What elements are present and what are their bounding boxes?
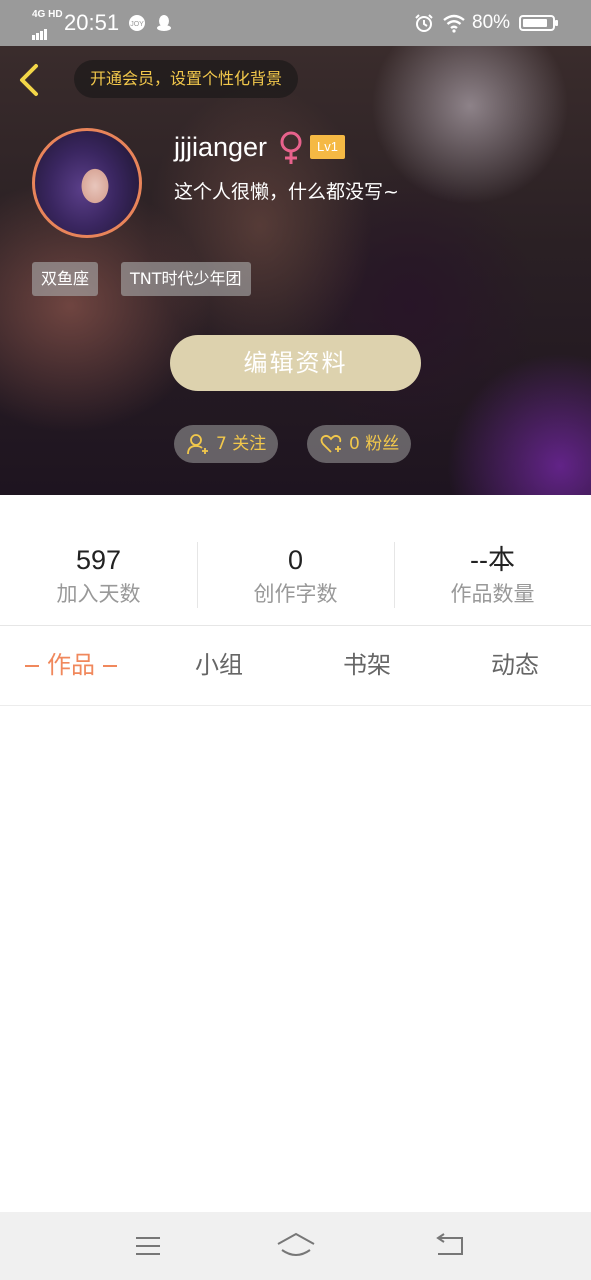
tab-activity[interactable]: 动态 [491,648,539,682]
stat-label: 作品数量 [450,582,535,606]
level-badge: Lv1 [310,135,345,159]
tab-indicator [103,665,117,667]
signal-icon [32,22,48,40]
system-nav-bar [0,1212,591,1280]
stat-value: 0 [287,545,304,575]
battery-icon [519,15,558,31]
home-icon[interactable] [276,1230,316,1262]
tab-bar: 作品 小组 书架 动态 [0,626,591,706]
female-icon [280,131,302,164]
tag-zodiac: 双鱼座 [32,262,99,296]
bio-text: 这个人很懒，什么都没写~ [174,181,399,203]
tab-label: 作品 [47,651,95,679]
notification-icon: JOY [129,15,145,31]
battery-percent: 80% [472,12,511,33]
tab-works[interactable]: 作品 [17,648,125,682]
stat-label: 创作字数 [253,582,338,606]
qq-icon [157,15,171,31]
back-arrow-icon[interactable] [12,60,48,100]
network-type: 4G HD [32,9,63,20]
profile-header: 开通会员，设置个性化背景 jjjianger Lv1 这个人很懒，什么都没写~ … [0,46,591,495]
alarm-icon [415,14,433,32]
stat-value: --本 [470,545,515,575]
clock-time: 20:51 [64,10,120,35]
edit-profile-button[interactable]: 编辑资料 [170,335,421,391]
back-icon[interactable] [430,1230,470,1262]
following-button[interactable]: 7 关注 [174,425,279,463]
tab-indicator [25,665,39,667]
stat-join-days: 597 加入天数 [0,543,197,609]
works-list [0,706,591,1212]
following-count: 7 关注 [216,434,267,454]
stat-works-count: --本 作品数量 [394,543,591,609]
status-bar: 4G HD 20:51 JOY 80% [0,0,591,46]
avatar[interactable] [32,128,142,238]
svg-text:JOY: JOY [130,21,144,28]
stat-word-count: 0 创作字数 [197,543,394,609]
tab-groups[interactable]: 小组 [195,648,243,682]
username: jjjianger [174,132,268,162]
followers-button[interactable]: 0 粉丝 [307,425,412,463]
stat-label: 加入天数 [56,582,141,606]
heart-plus-icon [320,434,342,453]
add-user-icon [187,434,208,455]
followers-count: 0 粉丝 [349,434,400,454]
stat-value: 597 [75,545,122,575]
tab-bookshelf[interactable]: 书架 [343,648,391,682]
wifi-icon [443,14,465,33]
vip-banner[interactable]: 开通会员，设置个性化背景 [74,60,299,98]
tag-group: TNT时代少年团 [121,262,251,296]
stats-row: 597 加入天数 0 创作字数 --本 作品数量 [0,495,591,626]
menu-icon[interactable] [128,1230,168,1262]
